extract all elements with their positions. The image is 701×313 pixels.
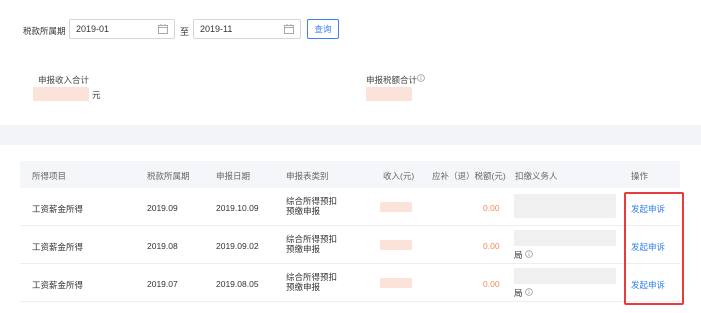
income-total-label: 申报收入合计 xyxy=(38,75,90,85)
header-payer: 扣缴义务人 xyxy=(515,171,558,181)
records-panel: 所得项目 税款所属期 申报日期 申报表类别 收入(元) 应补（退）税额(元) 扣… xyxy=(0,145,701,313)
query-button[interactable]: 查询 xyxy=(307,19,339,39)
header-tax: 应补（退）税额(元) xyxy=(432,171,506,181)
table-row: 工资薪金所得 2019.07 2019.08.05 综合所得预扣 预缴申报 0.… xyxy=(20,264,680,302)
calendar-icon xyxy=(158,24,168,34)
row-date: 2019.09.02 xyxy=(216,241,259,251)
row-date: 2019.10.09 xyxy=(216,203,259,213)
end-date-input[interactable]: 2019-11 xyxy=(193,19,301,39)
row-type-line2: 预缴申报 xyxy=(286,244,321,254)
row-type-line2: 预缴申报 xyxy=(286,282,321,292)
row-item: 工资薪金所得 xyxy=(32,204,84,214)
tax-total-label: 申报税额合计 xyxy=(366,75,418,85)
row-tax: 0.00 xyxy=(483,241,500,251)
row-type-line2: 预缴申报 xyxy=(286,206,321,216)
payer-redacted xyxy=(514,268,616,284)
start-date-input[interactable]: 2019-01 xyxy=(69,19,175,39)
table-row: 工资薪金所得 2019.09 2019.10.09 综合所得预扣 预缴申报 0.… xyxy=(20,188,680,226)
payer-redacted xyxy=(514,194,616,218)
income-redacted xyxy=(380,240,412,250)
row-type: 综合所得预扣 预缴申报 xyxy=(286,272,337,292)
calendar-icon xyxy=(284,24,294,34)
row-type-line1: 综合所得预扣 xyxy=(286,196,338,206)
row-type-line1: 综合所得预扣 xyxy=(286,234,338,244)
row-type: 综合所得预扣 预缴申报 xyxy=(286,196,337,216)
end-date-value: 2019-11 xyxy=(200,24,233,34)
filter-panel: 税款所属期 2019-01 至 2019-11 查询 申报收入合计 元 申报税额… xyxy=(0,0,701,125)
highlight-box xyxy=(624,192,684,305)
info-icon[interactable] xyxy=(525,288,533,296)
payer-suffix: 局 xyxy=(514,250,523,260)
row-date: 2019.08.05 xyxy=(216,279,259,289)
row-type: 综合所得预扣 预缴申报 xyxy=(286,234,337,254)
header-type: 申报表类别 xyxy=(286,171,329,181)
header-income: 收入(元) xyxy=(383,171,415,181)
header-period: 税款所属期 xyxy=(147,171,190,181)
info-icon[interactable] xyxy=(417,74,425,82)
start-date-value: 2019-01 xyxy=(76,24,110,34)
payer-suffix: 局 xyxy=(514,288,523,298)
row-item: 工资薪金所得 xyxy=(32,280,84,290)
table-row: 工资薪金所得 2019.08 2019.09.02 综合所得预扣 预缴申报 0.… xyxy=(20,226,680,264)
row-type-line1: 综合所得预扣 xyxy=(286,272,338,282)
row-period: 2019.09 xyxy=(147,203,178,213)
row-item: 工资薪金所得 xyxy=(32,242,84,252)
date-separator: 至 xyxy=(180,27,190,37)
row-tax: 0.00 xyxy=(483,279,500,289)
row-period: 2019.07 xyxy=(147,279,178,289)
header-date: 申报日期 xyxy=(216,171,251,181)
header-item: 所得项目 xyxy=(32,171,67,181)
payer-redacted xyxy=(514,230,616,246)
income-redacted xyxy=(380,278,412,288)
row-tax: 0.00 xyxy=(483,203,500,213)
income-redacted xyxy=(380,202,412,212)
row-period: 2019.08 xyxy=(147,241,178,251)
info-icon[interactable] xyxy=(525,250,533,258)
tax-total-value-redacted xyxy=(366,87,412,101)
table-header: 所得项目 税款所属期 申报日期 申报表类别 收入(元) 应补（退）税额(元) 扣… xyxy=(20,161,680,188)
income-total-value-redacted xyxy=(33,87,89,101)
period-label: 税款所属期 xyxy=(23,26,66,36)
income-unit: 元 xyxy=(92,90,101,100)
header-action: 操作 xyxy=(631,171,649,181)
